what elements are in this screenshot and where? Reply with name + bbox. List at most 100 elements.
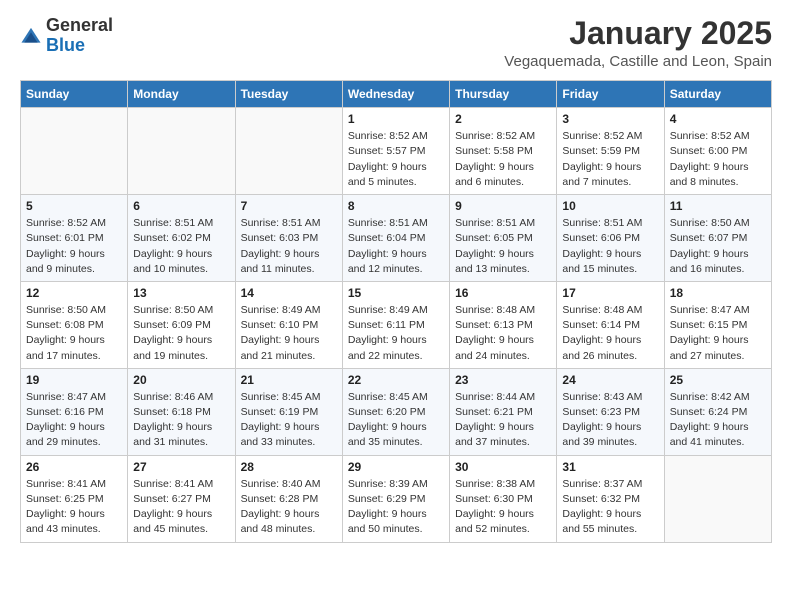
week-row-2: 5 Sunrise: 8:52 AM Sunset: 6:01 PM Daylig… (21, 195, 772, 282)
header-cell-thursday: Thursday (450, 81, 557, 108)
title-block: January 2025 Vegaquemada, Castille and L… (504, 16, 772, 70)
logo-text: General Blue (46, 16, 113, 56)
day-detail: Sunrise: 8:52 AM Sunset: 6:00 PM Dayligh… (670, 129, 766, 190)
day-number: 15 (348, 286, 444, 300)
day-cell (128, 108, 235, 195)
header-cell-saturday: Saturday (664, 81, 771, 108)
day-number: 14 (241, 286, 337, 300)
day-detail: Sunrise: 8:43 AM Sunset: 6:23 PM Dayligh… (562, 390, 658, 451)
day-cell: 18 Sunrise: 8:47 AM Sunset: 6:15 PM Dayli… (664, 281, 771, 368)
day-cell: 13Sunrise: 8:50 AM Sunset: 6:09 PM Dayli… (128, 281, 235, 368)
day-cell (664, 455, 771, 542)
day-number: 8 (348, 199, 444, 213)
day-number: 7 (241, 199, 337, 213)
day-number: 13 (133, 286, 229, 300)
page-title: January 2025 (504, 16, 772, 51)
day-detail: Sunrise: 8:45 AM Sunset: 6:20 PM Dayligh… (348, 390, 444, 451)
day-number: 31 (562, 460, 658, 474)
header-cell-friday: Friday (557, 81, 664, 108)
day-detail: Sunrise: 8:38 AM Sunset: 6:30 PM Dayligh… (455, 477, 551, 538)
day-cell: 31Sunrise: 8:37 AM Sunset: 6:32 PM Dayli… (557, 455, 664, 542)
day-cell: 23 Sunrise: 8:44 AM Sunset: 6:21 PM Dayli… (450, 368, 557, 455)
day-number: 18 (670, 286, 766, 300)
day-cell: 30Sunrise: 8:38 AM Sunset: 6:30 PM Dayli… (450, 455, 557, 542)
day-cell: 6 Sunrise: 8:51 AM Sunset: 6:02 PM Daylig… (128, 195, 235, 282)
day-number: 23 (455, 373, 551, 387)
day-cell: 9 Sunrise: 8:51 AM Sunset: 6:05 PM Daylig… (450, 195, 557, 282)
day-cell: 4 Sunrise: 8:52 AM Sunset: 6:00 PM Daylig… (664, 108, 771, 195)
day-number: 20 (133, 373, 229, 387)
day-cell: 22 Sunrise: 8:45 AM Sunset: 6:20 PM Dayli… (342, 368, 449, 455)
day-detail: Sunrise: 8:47 AM Sunset: 6:15 PM Dayligh… (670, 303, 766, 364)
day-detail: Sunrise: 8:51 AM Sunset: 6:03 PM Dayligh… (241, 216, 337, 277)
day-cell: 29 Sunrise: 8:39 AM Sunset: 6:29 PM Dayli… (342, 455, 449, 542)
logo-icon (20, 25, 42, 47)
day-detail: Sunrise: 8:44 AM Sunset: 6:21 PM Dayligh… (455, 390, 551, 451)
day-cell: 25Sunrise: 8:42 AM Sunset: 6:24 PM Dayli… (664, 368, 771, 455)
day-detail: Sunrise: 8:45 AM Sunset: 6:19 PM Dayligh… (241, 390, 337, 451)
day-cell: 21 Sunrise: 8:45 AM Sunset: 6:19 PM Dayli… (235, 368, 342, 455)
day-number: 2 (455, 112, 551, 126)
day-detail: Sunrise: 8:51 AM Sunset: 6:05 PM Dayligh… (455, 216, 551, 277)
day-detail: Sunrise: 8:41 AM Sunset: 6:27 PM Dayligh… (133, 477, 229, 538)
day-detail: Sunrise: 8:48 AM Sunset: 6:14 PM Dayligh… (562, 303, 658, 364)
day-cell (235, 108, 342, 195)
week-row-4: 19Sunrise: 8:47 AM Sunset: 6:16 PM Dayli… (21, 368, 772, 455)
day-detail: Sunrise: 8:48 AM Sunset: 6:13 PM Dayligh… (455, 303, 551, 364)
week-row-5: 26 Sunrise: 8:41 AM Sunset: 6:25 PM Dayli… (21, 455, 772, 542)
day-detail: Sunrise: 8:52 AM Sunset: 6:01 PM Dayligh… (26, 216, 122, 277)
day-number: 26 (26, 460, 122, 474)
day-number: 9 (455, 199, 551, 213)
day-detail: Sunrise: 8:50 AM Sunset: 6:07 PM Dayligh… (670, 216, 766, 277)
day-cell: 5 Sunrise: 8:52 AM Sunset: 6:01 PM Daylig… (21, 195, 128, 282)
page-subtitle: Vegaquemada, Castille and Leon, Spain (504, 53, 772, 70)
day-detail: Sunrise: 8:49 AM Sunset: 6:11 PM Dayligh… (348, 303, 444, 364)
day-detail: Sunrise: 8:52 AM Sunset: 5:57 PM Dayligh… (348, 129, 444, 190)
day-number: 5 (26, 199, 122, 213)
day-number: 29 (348, 460, 444, 474)
day-number: 25 (670, 373, 766, 387)
calendar-table: SundayMondayTuesdayWednesdayThursdayFrid… (20, 80, 772, 542)
day-number: 22 (348, 373, 444, 387)
header-cell-sunday: Sunday (21, 81, 128, 108)
logo: General Blue (20, 16, 113, 56)
day-cell: 7 Sunrise: 8:51 AM Sunset: 6:03 PM Daylig… (235, 195, 342, 282)
day-cell: 12Sunrise: 8:50 AM Sunset: 6:08 PM Dayli… (21, 281, 128, 368)
day-cell: 11 Sunrise: 8:50 AM Sunset: 6:07 PM Dayli… (664, 195, 771, 282)
day-number: 11 (670, 199, 766, 213)
day-detail: Sunrise: 8:41 AM Sunset: 6:25 PM Dayligh… (26, 477, 122, 538)
day-cell: 8 Sunrise: 8:51 AM Sunset: 6:04 PM Daylig… (342, 195, 449, 282)
header-cell-wednesday: Wednesday (342, 81, 449, 108)
day-detail: Sunrise: 8:49 AM Sunset: 6:10 PM Dayligh… (241, 303, 337, 364)
day-detail: Sunrise: 8:39 AM Sunset: 6:29 PM Dayligh… (348, 477, 444, 538)
day-cell: 19Sunrise: 8:47 AM Sunset: 6:16 PM Dayli… (21, 368, 128, 455)
day-detail: Sunrise: 8:51 AM Sunset: 6:04 PM Dayligh… (348, 216, 444, 277)
day-detail: Sunrise: 8:46 AM Sunset: 6:18 PM Dayligh… (133, 390, 229, 451)
day-detail: Sunrise: 8:47 AM Sunset: 6:16 PM Dayligh… (26, 390, 122, 451)
day-detail: Sunrise: 8:50 AM Sunset: 6:08 PM Dayligh… (26, 303, 122, 364)
day-cell: 2Sunrise: 8:52 AM Sunset: 5:58 PM Daylig… (450, 108, 557, 195)
day-number: 27 (133, 460, 229, 474)
week-row-1: 1Sunrise: 8:52 AM Sunset: 5:57 PM Daylig… (21, 108, 772, 195)
page-header: General Blue January 2025 Vegaquemada, C… (20, 16, 772, 70)
day-cell: 27 Sunrise: 8:41 AM Sunset: 6:27 PM Dayli… (128, 455, 235, 542)
day-number: 6 (133, 199, 229, 213)
header-cell-tuesday: Tuesday (235, 81, 342, 108)
day-cell: 14 Sunrise: 8:49 AM Sunset: 6:10 PM Dayli… (235, 281, 342, 368)
calendar-body: 1Sunrise: 8:52 AM Sunset: 5:57 PM Daylig… (21, 108, 772, 542)
day-number: 3 (562, 112, 658, 126)
day-number: 17 (562, 286, 658, 300)
calendar-header: SundayMondayTuesdayWednesdayThursdayFrid… (21, 81, 772, 108)
day-cell: 17 Sunrise: 8:48 AM Sunset: 6:14 PM Dayli… (557, 281, 664, 368)
day-cell: 26 Sunrise: 8:41 AM Sunset: 6:25 PM Dayli… (21, 455, 128, 542)
day-detail: Sunrise: 8:51 AM Sunset: 6:02 PM Dayligh… (133, 216, 229, 277)
day-number: 4 (670, 112, 766, 126)
week-row-3: 12Sunrise: 8:50 AM Sunset: 6:08 PM Dayli… (21, 281, 772, 368)
day-cell: 16Sunrise: 8:48 AM Sunset: 6:13 PM Dayli… (450, 281, 557, 368)
day-detail: Sunrise: 8:51 AM Sunset: 6:06 PM Dayligh… (562, 216, 658, 277)
day-number: 21 (241, 373, 337, 387)
day-detail: Sunrise: 8:40 AM Sunset: 6:28 PM Dayligh… (241, 477, 337, 538)
day-number: 10 (562, 199, 658, 213)
day-number: 24 (562, 373, 658, 387)
day-cell: 20 Sunrise: 8:46 AM Sunset: 6:18 PM Dayli… (128, 368, 235, 455)
